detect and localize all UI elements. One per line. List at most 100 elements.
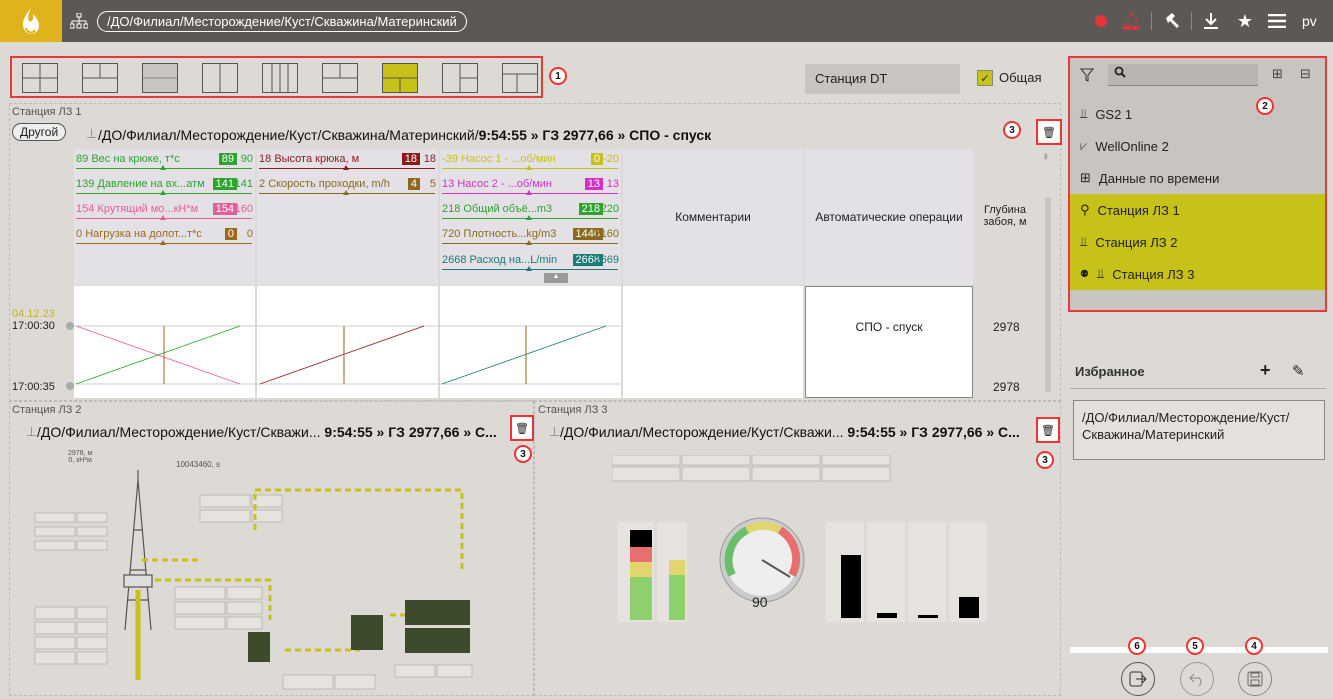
table-icon: ⊞: [1080, 170, 1091, 185]
depth-value-2: 2978: [993, 380, 1020, 394]
time-label-2: 17:00:35: [12, 381, 55, 393]
expand-up-icon[interactable]: ▲: [544, 273, 568, 283]
star-icon[interactable]: ★: [1233, 9, 1257, 33]
param-name: Насос 1 - ...об/мин: [460, 153, 556, 165]
other-button[interactable]: Другой: [12, 123, 67, 141]
general-checkbox[interactable]: ✓: [977, 70, 993, 86]
rig-labels: 2978, м 0, кН*м: [68, 450, 93, 464]
filter-icon[interactable]: [1079, 68, 1095, 87]
param-max: 13: [606, 178, 619, 190]
time-label-1: 17:00:30: [12, 320, 55, 332]
expand-all-icon[interactable]: ⊞: [1272, 66, 1283, 82]
user-name[interactable]: pv: [1302, 13, 1317, 29]
panel-2-path: /ДО/Филиал/Месторождение/Куст/Скважи...: [37, 424, 321, 440]
param-row[interactable]: 89 Вес на крюке, т*с 89 90: [76, 153, 255, 165]
tree-item-station-2[interactable]: ⫫ Станция ЛЗ 2: [1070, 226, 1325, 258]
record-icon[interactable]: [1089, 9, 1113, 33]
layout-grid-2x2-button[interactable]: [22, 63, 58, 93]
param-row[interactable]: 154 Крутящий мо...кН*м 154 160: [76, 203, 255, 215]
edit-icon[interactable]: ✎: [1292, 362, 1305, 380]
slider-thumb: [160, 165, 166, 170]
delete-panel-1-icon[interactable]: 🗑︎: [1036, 119, 1062, 145]
layout-4col-button[interactable]: [262, 63, 298, 93]
exit-button[interactable]: [1121, 662, 1155, 696]
pin-icon[interactable]: ⊥: [86, 126, 97, 142]
slider-thumb: [343, 165, 349, 170]
undo-button[interactable]: [1180, 662, 1214, 696]
scrollbar-track[interactable]: [1045, 198, 1051, 392]
pin-icon[interactable]: ⊥: [26, 424, 37, 440]
layout-top2-bottom1-button[interactable]: [322, 63, 358, 93]
param-min: 18: [259, 153, 272, 165]
slider-thumb: [160, 240, 166, 245]
param-row[interactable]: -39 Насос 1 - ...об/мин 0 -20: [442, 153, 621, 165]
flame-logo-icon: [23, 8, 40, 34]
layout-left1-right2-button[interactable]: [442, 63, 478, 93]
divider: [1191, 12, 1192, 30]
param-max: 90: [240, 153, 253, 165]
param-max: -20: [603, 153, 619, 165]
slider-thumb: [343, 190, 349, 195]
param-max: 18: [423, 153, 436, 165]
panel-3-label: Станция ЛЗ 3: [538, 404, 608, 416]
param-min: 218: [442, 203, 461, 215]
date-label: 04.12.23: [12, 308, 55, 320]
param-row[interactable]: 0 Нагрузка на долот...т*с 0 0: [76, 228, 255, 240]
comments-header: Комментарии: [675, 210, 751, 224]
collapse-all-icon[interactable]: ⊟: [1300, 66, 1311, 82]
breadcrumb[interactable]: /ДО/Филиал/Месторождение/Куст/Скважина/М…: [97, 11, 467, 32]
slider-thumb: [526, 240, 532, 245]
save-button[interactable]: [1238, 662, 1272, 696]
bell-icon[interactable]: 🔔︎: [1119, 9, 1143, 33]
divider: [1070, 388, 1326, 389]
param-name: Высота крюка, м: [274, 153, 360, 165]
panel-1-scrollbar[interactable]: ⇞: [1042, 152, 1054, 396]
layout-2col-button[interactable]: [202, 63, 238, 93]
tree-item-time-data[interactable]: ⊞ Данные по времени: [1070, 162, 1325, 194]
param-row[interactable]: 2 Скорость проходки, m/h 4 5: [259, 178, 438, 190]
param-row[interactable]: 139 Давление на вх...атм 141 141: [76, 178, 255, 190]
layout-left2-right1-button[interactable]: [502, 63, 538, 93]
marker-6: 6: [1128, 637, 1146, 655]
param-max: 2160: [594, 228, 619, 240]
param-max: 220: [600, 203, 619, 215]
param-row[interactable]: 2668 Расход на...L/min 2668 2669: [442, 254, 621, 266]
param-row[interactable]: 218 Общий объё...m3 218 220: [442, 203, 621, 215]
slider-thumb: [526, 215, 532, 220]
tree-item-gs2[interactable]: ⫫ GS2 1: [1070, 98, 1325, 130]
favorite-item[interactable]: /ДО/Филиал/Месторождение/Куст/Скважина/М…: [1073, 400, 1325, 460]
param-name: Скорость проходки, m/h: [268, 178, 390, 190]
download-icon[interactable]: [1199, 9, 1223, 33]
hammer-icon[interactable]: [1160, 9, 1184, 33]
object-tree-panel: ⊞ ⊟ 2 ⫫ GS2 1 ⩗ WellOnline 2 ⊞ Данные по вр…: [1068, 56, 1327, 312]
app-logo[interactable]: [0, 0, 62, 42]
tree-item-wellonline[interactable]: ⩗ WellOnline 2: [1070, 130, 1325, 162]
marker-3: 3: [1036, 451, 1054, 469]
tree-item-station-1[interactable]: ⚲ Станция ЛЗ 1: [1070, 194, 1325, 226]
slider-thumb: [526, 165, 532, 170]
param-row[interactable]: 720 Плотность...kg/m3 1440 2160: [442, 228, 621, 240]
pin-icon[interactable]: ⊥: [549, 424, 560, 440]
menu-icon[interactable]: [1265, 9, 1289, 33]
delete-panel-2-icon[interactable]: 🗑︎: [510, 415, 534, 441]
depth-header: Глубина забоя, м: [983, 204, 1027, 228]
top-bar: /ДО/Филиал/Месторождение/Куст/Скважина/М…: [0, 0, 1333, 42]
param-min: 2668: [442, 254, 467, 266]
param-name: Расход на...L/min: [469, 254, 558, 266]
delete-panel-3-icon[interactable]: 🗑︎: [1036, 417, 1060, 443]
search-input[interactable]: [1108, 64, 1258, 86]
station-select[interactable]: Станция DT: [805, 64, 960, 94]
rig-icon: ⫫: [1080, 106, 1088, 121]
tree-item-station-3[interactable]: ⚉ ⫫ Станция ЛЗ 3: [1070, 258, 1325, 290]
add-favorite-icon[interactable]: +: [1260, 360, 1271, 381]
layout-top1-bottom2-button[interactable]: [382, 63, 418, 93]
hierarchy-icon[interactable]: [69, 12, 89, 29]
param-min: 2: [259, 178, 266, 190]
layout-selector: [10, 56, 543, 98]
panel-3-title: /ДО/Филиал/Месторождение/Куст/Скважи... …: [560, 424, 1020, 440]
param-row[interactable]: 13 Насос 2 - ...об/мин 13 13: [442, 178, 621, 190]
layout-single-button[interactable]: [142, 63, 178, 93]
panel-3-path: /ДО/Филиал/Месторождение/Куст/Скважи...: [560, 424, 844, 440]
param-row[interactable]: 18 Высота крюка, м 18 18: [259, 153, 438, 165]
layout-2row-button[interactable]: [82, 63, 118, 93]
